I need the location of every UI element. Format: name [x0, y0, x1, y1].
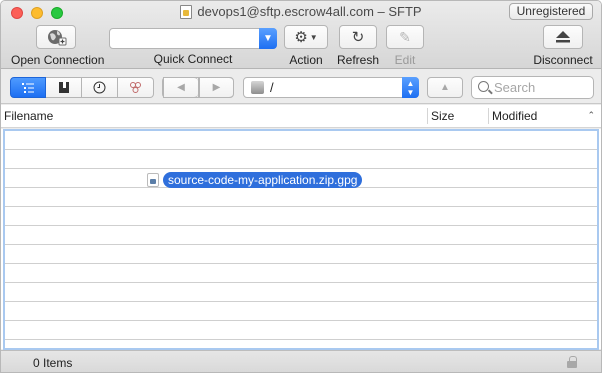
action-item[interactable]: ⚙ ▼ Action [283, 25, 329, 67]
refresh-label: Refresh [336, 53, 380, 67]
disconnect-button[interactable] [543, 25, 583, 49]
bookmarks-view-button[interactable] [46, 77, 82, 98]
edit-label: Edit [394, 53, 416, 67]
browser-view-button[interactable] [10, 77, 46, 98]
column-filename[interactable]: Filename [4, 109, 53, 123]
quick-connect-combobox[interactable]: ▼ [109, 28, 277, 49]
refresh-icon: ↻ [351, 29, 365, 46]
item-count: 0 Items [33, 356, 73, 370]
bookmark-book-icon [58, 82, 69, 93]
dragged-file[interactable]: source-code-my-application.zip.gpg [147, 172, 363, 188]
history-navigation: ◀ ▶ [162, 77, 234, 98]
outline-list-icon [22, 82, 34, 93]
back-button[interactable]: ◀ [162, 77, 198, 98]
edit-button[interactable]: ✎ [386, 25, 424, 49]
search-field[interactable] [471, 76, 594, 99]
column-modified[interactable]: Modified [492, 109, 537, 123]
drive-icon [251, 81, 264, 94]
edit-item[interactable]: ✎ Edit [385, 25, 425, 67]
view-mode-segmented-control [10, 77, 154, 98]
encrypted-file-icon [147, 173, 159, 187]
action-label: Action [289, 53, 323, 67]
refresh-item[interactable]: ↻ Refresh [336, 25, 380, 67]
pencil-icon: ✎ [399, 28, 411, 45]
globe-plus-icon [48, 30, 67, 46]
quick-connect-input[interactable] [112, 30, 257, 47]
open-connection-button[interactable] [36, 25, 76, 49]
history-view-button[interactable] [82, 77, 118, 98]
navigation-bar: ◀ ▶ / ▲ ▼ ▲ [1, 70, 601, 104]
search-input[interactable] [494, 79, 589, 96]
up-down-chevron-icon[interactable]: ▲ ▼ [402, 77, 419, 98]
bonjour-icon [130, 82, 141, 93]
column-header: Filename Size Modified ⌃ [1, 105, 601, 128]
up-arrow-icon: ▲ [440, 82, 450, 93]
refresh-button[interactable]: ↻ [339, 25, 377, 49]
chevron-down-icon[interactable]: ▼ [259, 28, 277, 49]
status-bar: 0 Items [1, 350, 601, 372]
quick-connect-label: Quick Connect [153, 52, 233, 66]
column-size[interactable]: Size [431, 109, 454, 123]
back-arrow-icon: ◀ [163, 77, 198, 98]
clock-icon [93, 81, 106, 94]
title-toolbar: devops1@sftp.escrow4all.com – SFTP Unreg… [1, 1, 601, 69]
parent-directory-button[interactable]: ▲ [427, 77, 463, 98]
dragged-file-name: source-code-my-application.zip.gpg [163, 172, 363, 188]
file-list-drop-area[interactable] [3, 129, 599, 350]
chevron-down-icon: ▼ [309, 32, 318, 42]
action-button[interactable]: ⚙ ▼ [284, 25, 328, 49]
bonjour-view-button[interactable] [118, 77, 154, 98]
column-divider[interactable] [427, 108, 428, 124]
window-title-text: devops1@sftp.escrow4all.com – SFTP [197, 4, 422, 19]
forward-arrow-icon: ▶ [199, 77, 233, 98]
path-selector[interactable]: / ▲ ▼ [243, 77, 419, 98]
sort-chevron-up-icon[interactable]: ⌃ [587, 110, 595, 121]
search-icon [478, 81, 489, 92]
column-divider[interactable] [488, 108, 489, 124]
lock-icon[interactable] [567, 356, 577, 368]
file-list[interactable]: source-code-my-application.zip.gpg [1, 129, 601, 350]
forward-button[interactable]: ▶ [198, 77, 234, 98]
open-connection-label: Open Connection [11, 53, 105, 67]
unregistered-button[interactable]: Unregistered [509, 3, 593, 20]
gear-icon: ⚙ [294, 29, 308, 46]
eject-icon [556, 31, 570, 43]
document-proxy-icon[interactable] [180, 4, 193, 19]
disconnect-label: Disconnect [533, 53, 593, 67]
disconnect-item[interactable]: Disconnect [531, 25, 595, 67]
open-connection-item[interactable]: Open Connection [11, 25, 105, 67]
current-path: / [270, 80, 274, 95]
sftp-window: devops1@sftp.escrow4all.com – SFTP Unreg… [0, 0, 602, 373]
